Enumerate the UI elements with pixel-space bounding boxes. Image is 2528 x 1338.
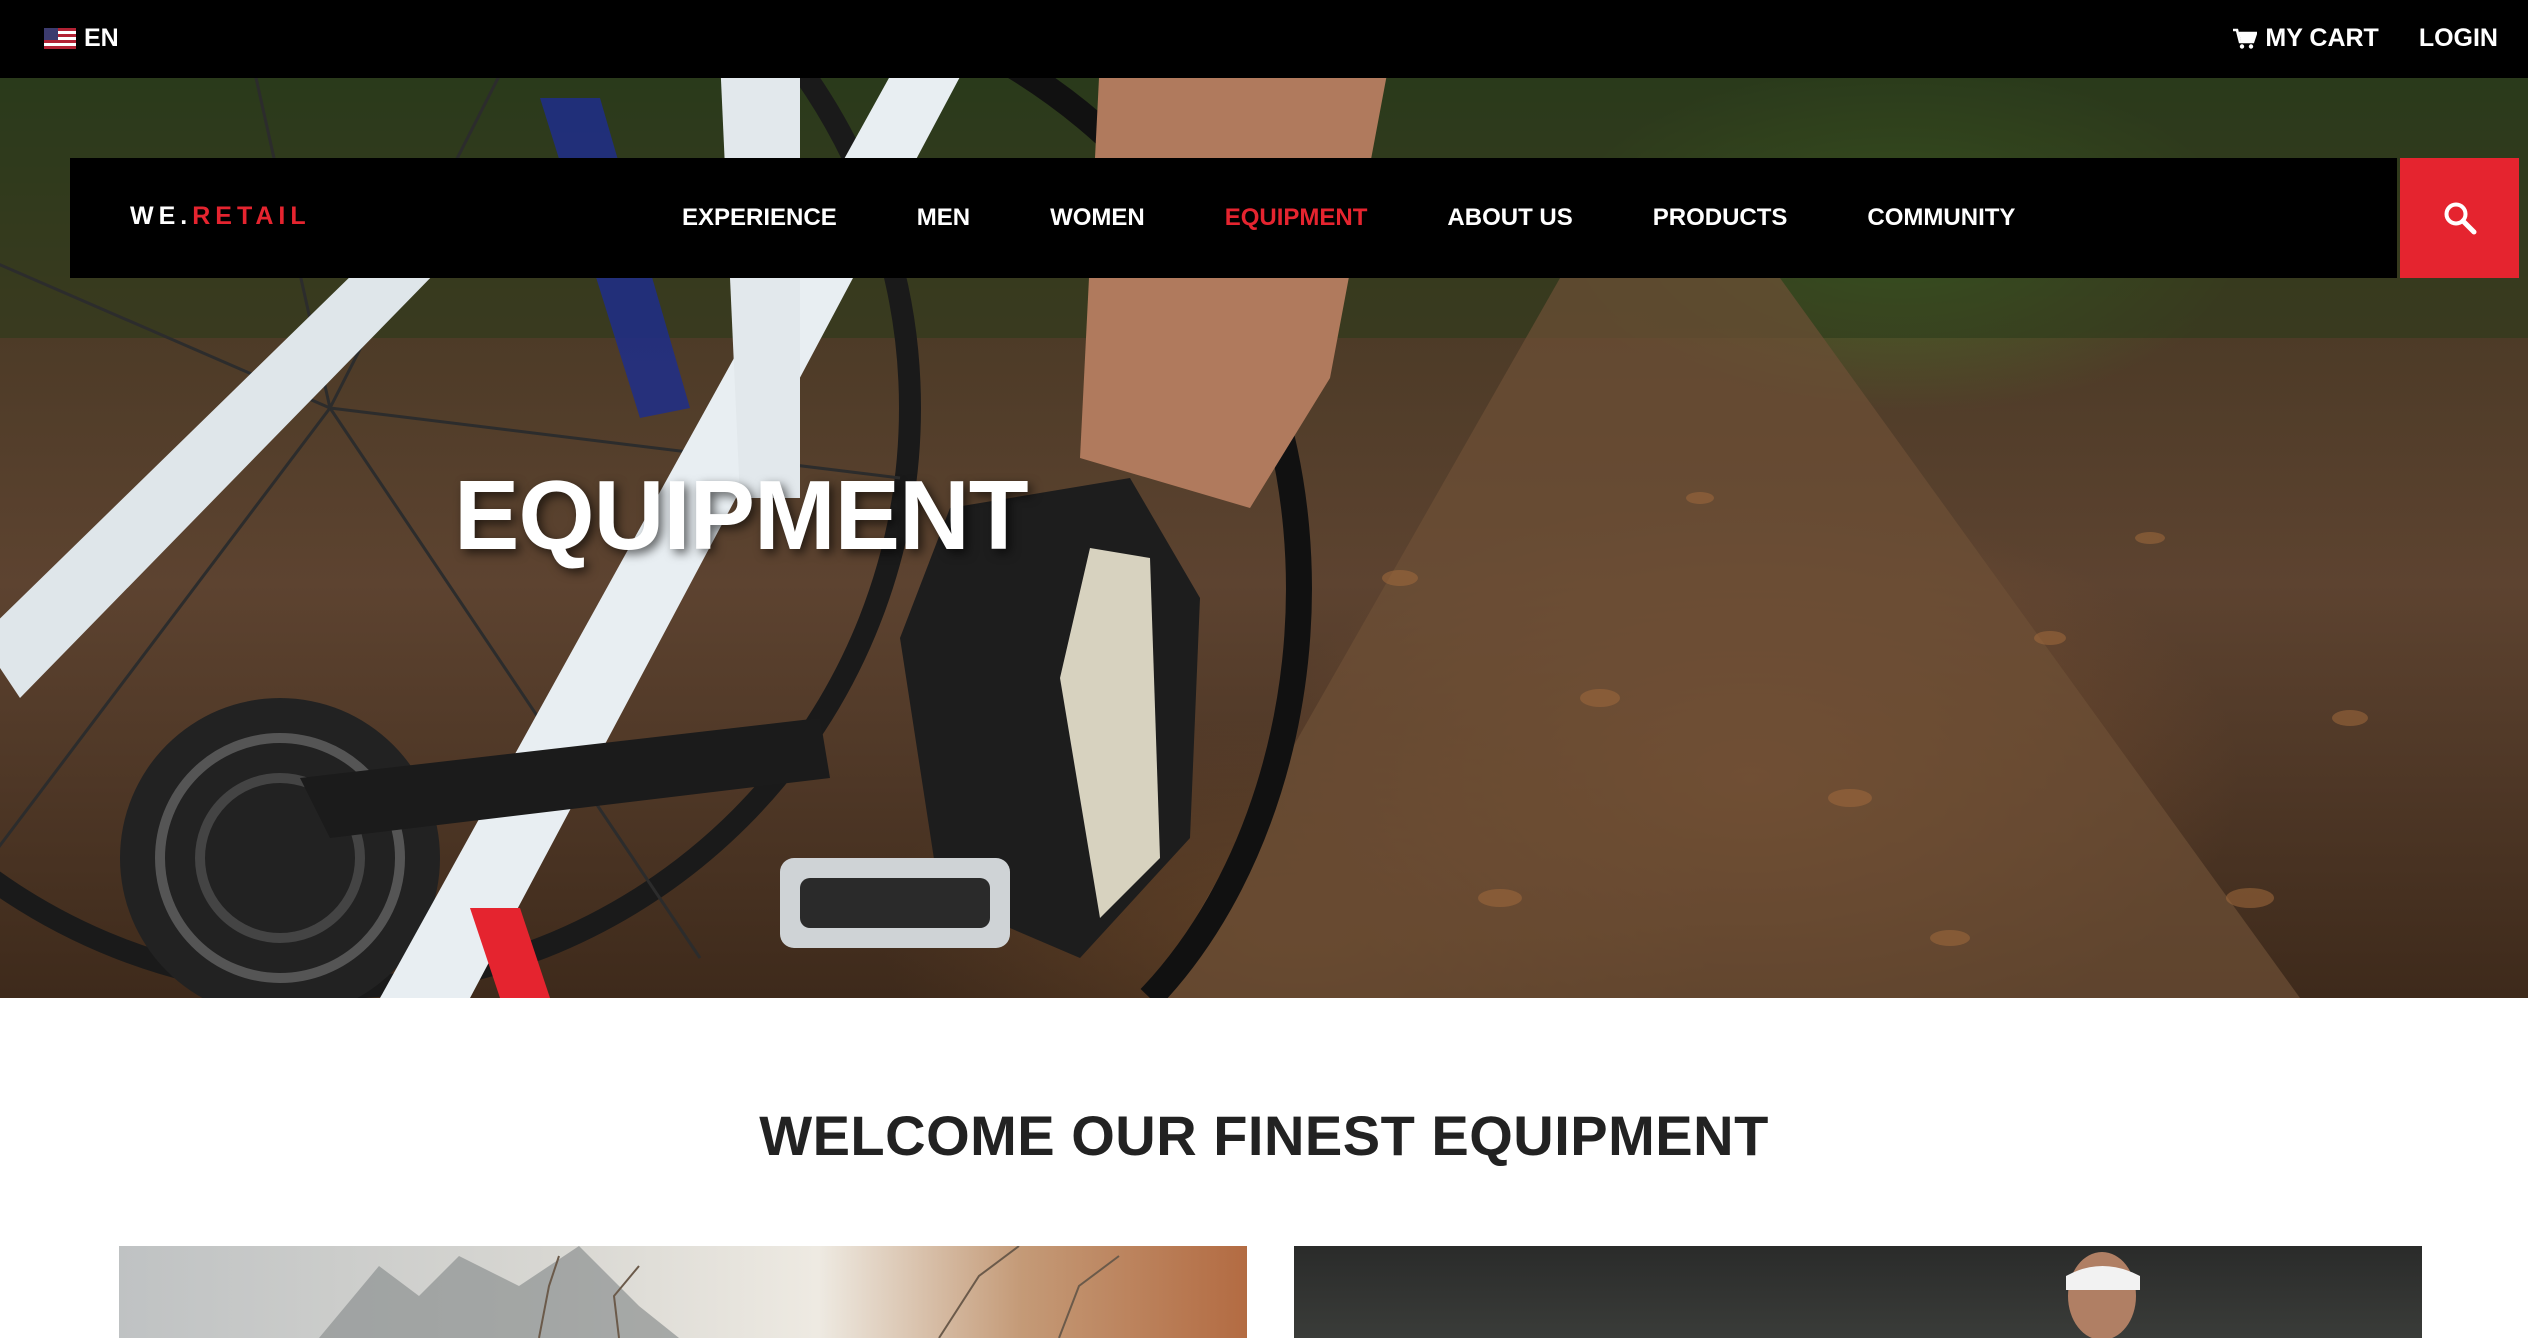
logo-text-white: WE. xyxy=(130,202,193,230)
account-links: MY CART LOGIN xyxy=(2233,24,2498,53)
nav-item-community[interactable]: COMMUNITY xyxy=(1867,204,2015,232)
card-image-2-scene xyxy=(2066,1252,2140,1338)
card-image-1-scene xyxy=(319,1246,1120,1338)
nav-item-equipment[interactable]: EQUIPMENT xyxy=(1225,204,1368,232)
cart-link[interactable]: MY CART xyxy=(2233,24,2379,53)
shopping-cart-icon xyxy=(2233,28,2258,49)
login-link[interactable]: LOGIN xyxy=(2419,24,2498,53)
hero-title: EQUIPMENT xyxy=(454,460,1029,570)
site-logo[interactable]: WE.RETAIL xyxy=(130,202,311,231)
search-icon xyxy=(2444,202,2476,235)
equipment-card-image-2[interactable] xyxy=(1294,1246,2422,1338)
cart-label: MY CART xyxy=(2265,24,2379,52)
language-selector[interactable]: EN xyxy=(44,24,119,53)
section-heading: WELCOME OUR FINEST EQUIPMENT xyxy=(759,1104,1769,1167)
top-utility-bar: EN MY CART LOGIN xyxy=(0,0,2528,78)
us-flag-icon xyxy=(44,28,76,49)
nav-item-about-us[interactable]: ABOUT US xyxy=(1447,204,1572,232)
nav-menu: EXPERIENCE MEN WOMEN EQUIPMENT ABOUT US … xyxy=(682,158,2095,278)
nav-item-products[interactable]: PRODUCTS xyxy=(1653,204,1788,232)
main-navigation: WE.RETAIL EXPERIENCE MEN WOMEN EQUIPMENT… xyxy=(70,158,2397,278)
search-button[interactable] xyxy=(2400,158,2519,278)
nav-item-men[interactable]: MEN xyxy=(917,204,970,232)
language-label: EN xyxy=(84,24,119,52)
nav-item-women[interactable]: WOMEN xyxy=(1050,204,1145,232)
equipment-card-image-1[interactable] xyxy=(119,1246,1247,1338)
logo-text-red: RETAIL xyxy=(192,202,311,230)
nav-item-experience[interactable]: EXPERIENCE xyxy=(682,204,837,232)
